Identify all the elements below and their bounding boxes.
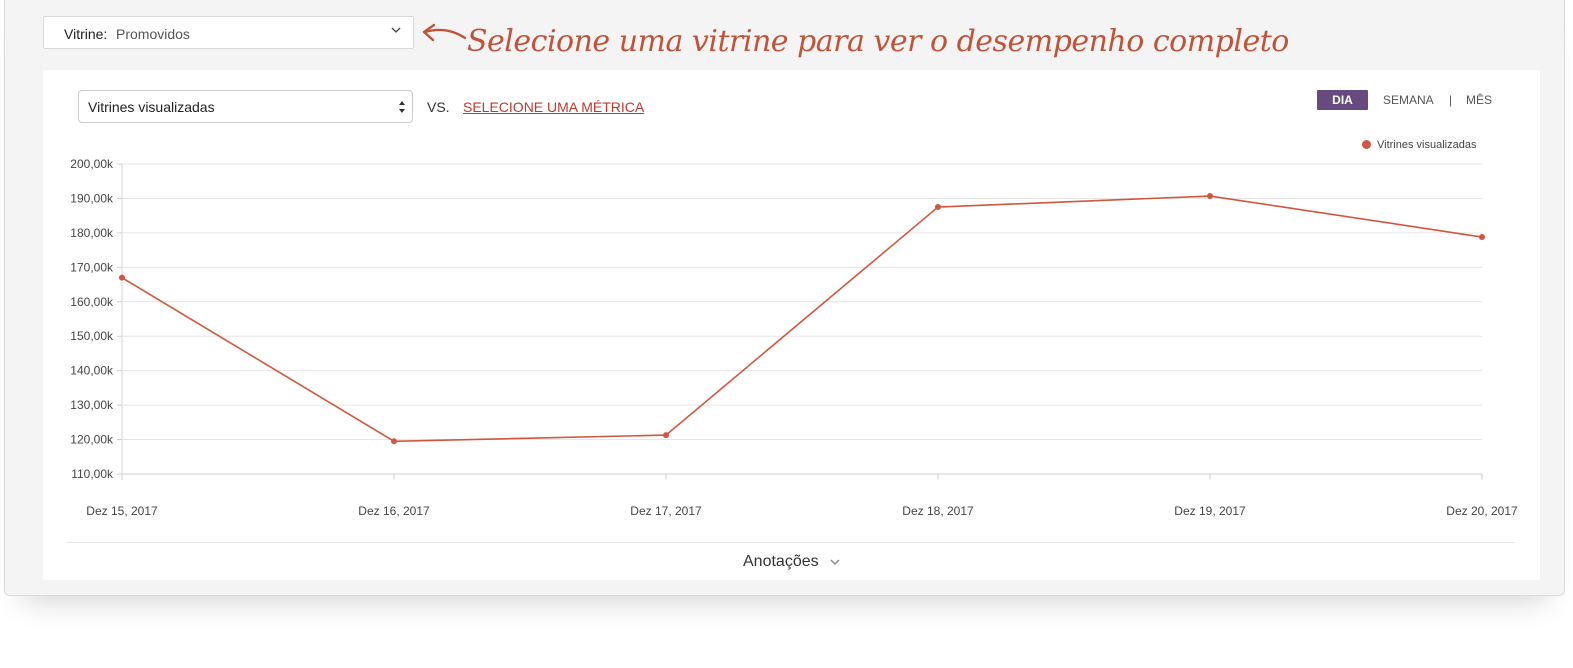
y-tick-label: 120,00k bbox=[70, 433, 114, 447]
data-point bbox=[663, 432, 669, 439]
data-point bbox=[1479, 234, 1485, 241]
x-tick-label: Dez 17, 2017 bbox=[630, 504, 702, 518]
vitrine-dropdown[interactable]: Vitrine: Promovidos bbox=[43, 16, 414, 49]
chevron-down-icon bbox=[830, 559, 840, 565]
y-tick-label: 180,00k bbox=[70, 226, 114, 240]
y-tick-label: 160,00k bbox=[70, 295, 114, 309]
y-tick-label: 110,00k bbox=[71, 467, 114, 481]
arrow-left-icon bbox=[422, 23, 467, 42]
y-tick-label: 170,00k bbox=[70, 260, 114, 274]
x-tick-label: Dez 18, 2017 bbox=[902, 504, 974, 518]
y-tick-label: 130,00k bbox=[70, 398, 114, 412]
chevron-down-icon bbox=[391, 27, 401, 33]
data-point bbox=[1207, 193, 1213, 200]
data-point bbox=[119, 274, 125, 281]
x-tick-label: Dez 15, 2017 bbox=[86, 504, 158, 518]
line-chart: 110,00k 120,00k 130,00k 140,00k 150,00k 160,0… bbox=[70, 157, 1518, 518]
vitrine-value: Promovidos bbox=[116, 26, 190, 42]
dashboard-panel: Vitrine: Promovidos Selecione uma vitrin… bbox=[4, 0, 1565, 596]
notes-label: Anotações bbox=[743, 553, 819, 570]
x-tick-label: Dez 19, 2017 bbox=[1174, 504, 1246, 518]
vitrine-label: Vitrine: bbox=[64, 26, 108, 42]
y-tick-label: 200,00k bbox=[70, 157, 114, 171]
data-point bbox=[935, 204, 941, 211]
y-tick-label: 140,00k bbox=[70, 364, 114, 378]
y-tick-label: 190,00k bbox=[70, 191, 114, 205]
x-tick-label: Dez 16, 2017 bbox=[358, 504, 430, 518]
y-tick-label: 150,00k bbox=[70, 329, 114, 343]
annotation-text: Selecione uma vitrine para ver o desempe… bbox=[467, 24, 1289, 59]
x-tick-label: Dez 20, 2017 bbox=[1446, 504, 1518, 518]
notes-toggle[interactable]: Anotações bbox=[743, 553, 841, 571]
data-point bbox=[391, 438, 397, 445]
divider bbox=[67, 542, 1515, 543]
chart-card: Vitrines visualizadas VS. SELECIONE UMA … bbox=[43, 70, 1540, 580]
